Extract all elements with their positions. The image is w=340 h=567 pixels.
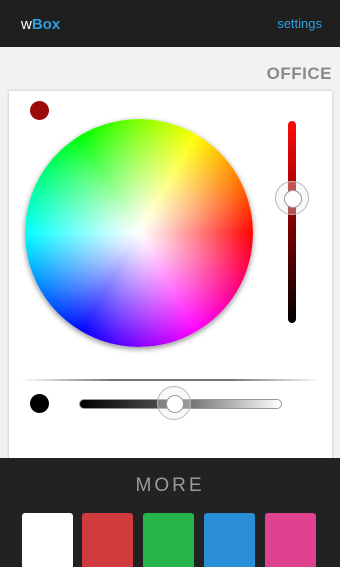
brightness-slider-track[interactable] [288,121,296,323]
brightness-slider-thumb[interactable] [275,181,309,215]
more-button[interactable]: MORE [0,475,340,497]
white-level-indicator [30,394,49,413]
top-bar: wBox settings [0,0,340,47]
brand-suffix: Box [31,16,61,33]
settings-link[interactable]: settings [277,16,322,31]
brand-prefix: w [21,16,32,33]
preset-white[interactable] [22,513,73,567]
white-slider-thumb[interactable] [157,386,191,420]
preset-green[interactable] [143,513,194,567]
preset-red[interactable] [82,513,133,567]
divider [21,379,321,381]
more-panel: MORE [0,458,340,567]
current-color-indicator [30,101,49,120]
preset-blue[interactable] [204,513,255,567]
preset-pink[interactable] [265,513,316,567]
app-logo: wBox [21,16,60,33]
color-wheel-saturation [25,119,253,347]
color-picker-card [9,91,332,467]
color-wheel[interactable] [25,119,253,347]
room-title: OFFICE [266,64,332,83]
